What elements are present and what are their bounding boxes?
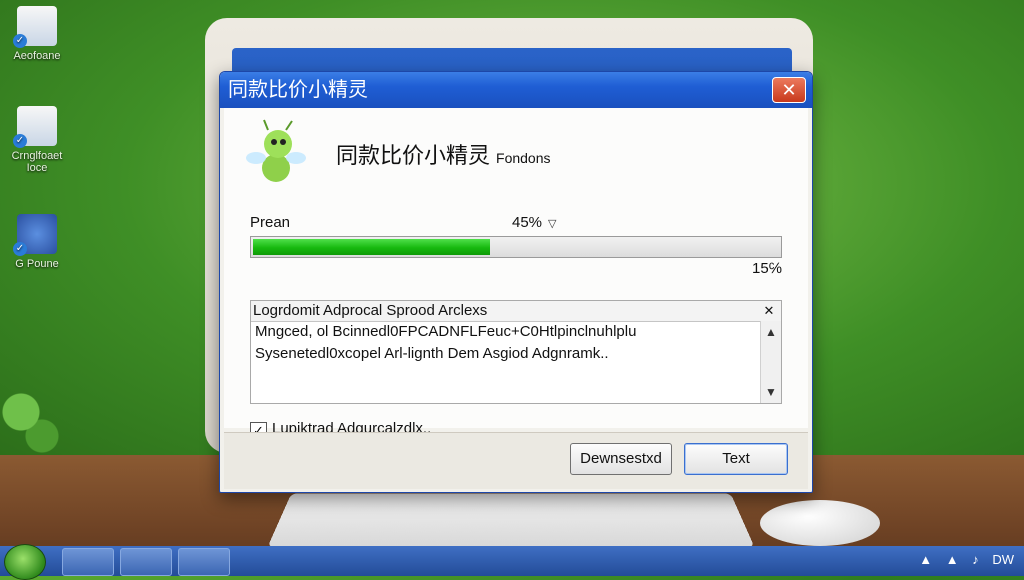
desktop-icon-2[interactable]: ✓ Crnglfoaet Ioce [2, 106, 72, 174]
folder-icon: ✓ [13, 6, 57, 48]
taskbar-folder-icon[interactable] [62, 548, 114, 576]
dialog-title: 同款比价小精灵 [228, 79, 368, 101]
close-icon[interactable]: ✕ [761, 301, 777, 321]
scroll-down-icon[interactable]: ▼ [761, 383, 781, 401]
progress-percent-text: 45% [512, 214, 543, 231]
tray-speaker-icon[interactable]: ♪ [972, 552, 979, 567]
dialog-footer: Dewnsestxd Text [224, 432, 808, 489]
taskbar-explorer-icon[interactable] [120, 548, 172, 576]
taskbar-mascot-icon[interactable] [178, 548, 230, 576]
log-header: Logrdomit Adprocal Sprood Arclexs ✕ [251, 301, 781, 322]
primary-button[interactable]: Text [684, 443, 788, 475]
progress-bar-fill [253, 239, 490, 255]
mascot-icon: ✓ [13, 214, 57, 256]
tray-arrow-icon[interactable]: ▲ [946, 552, 959, 567]
dialog-body: 同款比价小精灵 Fondons Prean 45% ▽ 15℅ Logrdomit … [224, 108, 808, 439]
desktop-icon-label: Aeofoane [13, 50, 61, 62]
decorative-leaves [0, 380, 70, 460]
log-header-text: Logrdomit Adprocal Sprood Arclexs [253, 302, 488, 319]
mouse-image [760, 500, 880, 546]
chevron-down-icon[interactable]: ▽ [548, 218, 556, 230]
close-icon: ✕ [781, 80, 797, 100]
log-scrollbar[interactable]: ▲ ▼ [760, 321, 781, 403]
heading-subtext: Fondons [496, 150, 551, 166]
installer-dialog: 同款比价小精灵 ✕ 同款比价小精灵 Fondons Prean 45% ▽ 15℅ … [219, 71, 813, 493]
close-button[interactable]: ✕ [772, 77, 806, 103]
heading-text: 同款比价小精灵 [336, 143, 491, 168]
mascot-icon [246, 119, 306, 182]
log-line: Mngced, ol Bcinnedl0FPCADNFLFeuc+C0Htlpi… [255, 323, 637, 340]
start-button[interactable] [4, 544, 46, 580]
document-icon: ✓ [13, 106, 57, 148]
dialog-titlebar[interactable]: 同款比价小精灵 ✕ [220, 72, 812, 108]
speed-readout: 15℅ [752, 260, 782, 277]
desktop-icon-1[interactable]: ✓ Aeofoane [2, 6, 72, 62]
progress-percent: 45% ▽ [512, 214, 557, 231]
desktop-icon-label: G Poune [15, 258, 59, 270]
dialog-heading: 同款比价小精灵 Fondons [336, 138, 551, 170]
system-tray: ▲ ▲ ♪ DW [909, 552, 1014, 567]
keyboard-image [267, 493, 755, 548]
progress-label: Prean [250, 214, 291, 231]
desktop-icon-3[interactable]: ✓ G Poune [2, 214, 72, 270]
progress-bar [250, 236, 782, 258]
scroll-up-icon[interactable]: ▲ [761, 323, 781, 341]
tray-text: DW [992, 552, 1014, 567]
log-line: Sysenetedl0xcopel Arl-lignth Dem Asgiod … [255, 345, 609, 362]
log-panel: Logrdomit Adprocal Sprood Arclexs ✕ Mngc… [250, 300, 782, 404]
secondary-button[interactable]: Dewnsestxd [570, 443, 672, 475]
tray-up-icon[interactable]: ▲ [919, 552, 932, 567]
desktop-icon-label: Crnglfoaet Ioce [11, 150, 63, 174]
taskbar: ▲ ▲ ♪ DW [0, 544, 1024, 580]
